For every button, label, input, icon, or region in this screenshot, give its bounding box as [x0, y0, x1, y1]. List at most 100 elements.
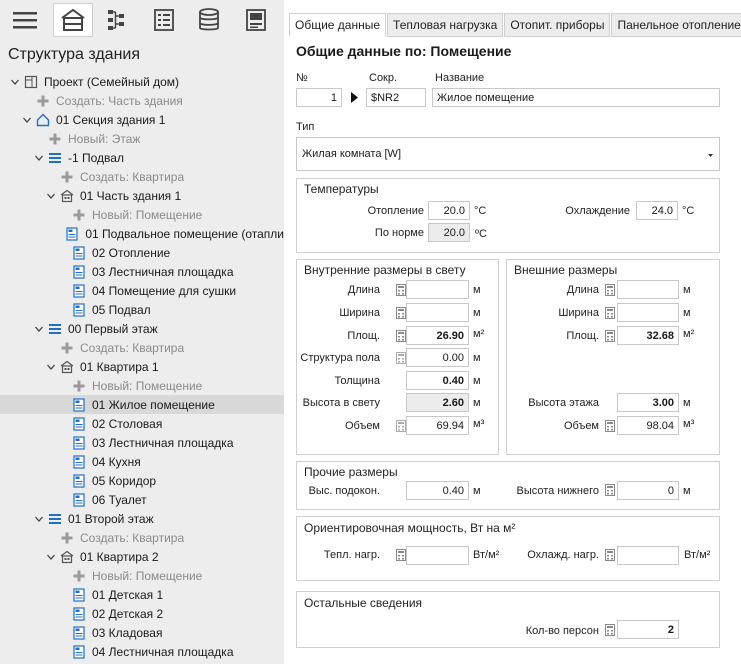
tree-item[interactable]: 05 Коридор: [0, 471, 284, 490]
floor-height-field[interactable]: 3.00: [617, 393, 679, 412]
tree-item[interactable]: Создать: Квартира: [0, 528, 284, 547]
menu-button[interactable]: [5, 3, 45, 37]
room-icon: [65, 226, 79, 241]
tab-heat-load[interactable]: Тепловая нагрузка: [387, 13, 504, 37]
tree-item[interactable]: 03 Кладовая: [0, 623, 284, 642]
expand-chevron-icon[interactable]: [46, 191, 56, 201]
tree-item-selected[interactable]: 01 Жилое помещение: [0, 395, 284, 414]
outer-width-field[interactable]: [617, 303, 679, 322]
abbr-field[interactable]: $NR2: [366, 88, 426, 107]
floor-structure-field[interactable]: 0.00: [406, 348, 469, 367]
tree-item[interactable]: Новый: Помещение: [0, 376, 284, 395]
database-button[interactable]: [189, 3, 229, 37]
calculator-icon[interactable]: [396, 352, 406, 364]
list-view-button[interactable]: [144, 3, 184, 37]
name-field[interactable]: Жилое помещение: [432, 88, 720, 107]
type-select-value: Жилая комната [W]: [302, 148, 401, 160]
tree-item-label: 01 Жилое помещение: [92, 397, 215, 412]
expand-chevron-icon[interactable]: [22, 115, 32, 125]
tree-item[interactable]: -1 Подвал: [0, 148, 284, 167]
tree-item[interactable]: Новый: Помещение: [0, 566, 284, 585]
tree-item[interactable]: 01 Второй этаж: [0, 509, 284, 528]
thickness-field[interactable]: 0.40: [406, 371, 469, 390]
inner-length-field[interactable]: [406, 280, 469, 299]
calculator-icon[interactable]: [605, 307, 615, 319]
expand-chevron-icon[interactable]: [34, 324, 44, 334]
building-icon: [61, 8, 85, 31]
calculator-icon[interactable]: [396, 420, 406, 432]
tree-item[interactable]: 04 Кухня: [0, 452, 284, 471]
panel-view-button[interactable]: [236, 3, 276, 37]
menu-icon: [13, 12, 37, 29]
tab-general[interactable]: Общие данные: [289, 13, 387, 37]
tree-item[interactable]: 01 Квартира 2: [0, 547, 284, 566]
floor-icon: [48, 512, 62, 526]
tree-item[interactable]: 01 Детская 1: [0, 585, 284, 604]
norm-temp-field: 20.0: [428, 223, 470, 242]
tree-item[interactable]: 01 Часть здания 1: [0, 186, 284, 205]
tree-item[interactable]: 04 Лестничная площадка: [0, 642, 284, 661]
heating-temp-field[interactable]: 20.0: [428, 201, 470, 220]
calculator-icon[interactable]: [605, 284, 615, 296]
tree-item[interactable]: 01 Квартира 1: [0, 357, 284, 376]
tree-item[interactable]: 02 Столовая: [0, 414, 284, 433]
tree-item[interactable]: 00 Первый этаж: [0, 319, 284, 338]
calculator-icon[interactable]: [396, 549, 406, 561]
tree-item[interactable]: 03 Лестничная площадка: [0, 262, 284, 281]
tree-item[interactable]: 02 Отопление: [0, 243, 284, 262]
expand-chevron-icon[interactable]: [46, 362, 56, 372]
tree-item[interactable]: 01 Секция здания 1: [0, 110, 284, 129]
outer-volume-field[interactable]: 98.04: [617, 416, 679, 435]
form-title: Общие данные по: Помещение: [296, 43, 512, 59]
calculator-icon[interactable]: [396, 330, 406, 342]
network-view-button[interactable]: [96, 3, 136, 37]
tree-item[interactable]: 03 Лестничная площадка: [0, 433, 284, 452]
type-select[interactable]: Жилая комната [W]: [296, 137, 720, 171]
outer-area-field[interactable]: 32.68: [617, 326, 679, 345]
tree-item[interactable]: Новый: Этаж: [0, 129, 284, 148]
calculator-icon[interactable]: [396, 307, 406, 319]
inner-area-field[interactable]: 26.90: [406, 326, 469, 345]
tree-item-label: Создать: Часть здания: [56, 93, 183, 108]
expand-chevron-icon[interactable]: [10, 77, 20, 87]
floor-structure-unit: м: [473, 352, 481, 364]
cooling-load-field[interactable]: [617, 546, 679, 565]
room-icon: [72, 302, 86, 317]
inner-volume-field[interactable]: 69.94: [406, 416, 469, 435]
calculator-icon[interactable]: [605, 420, 615, 432]
calculator-icon[interactable]: [605, 624, 615, 636]
calculator-icon[interactable]: [605, 549, 615, 561]
expand-chevron-icon[interactable]: [34, 514, 44, 524]
expand-chevron-icon[interactable]: [46, 552, 56, 562]
heating-temp-unit: °C: [474, 205, 487, 217]
tree-item[interactable]: 04 Помещение для сушки: [0, 281, 284, 300]
outer-length-field[interactable]: [617, 280, 679, 299]
tab-panel-heating[interactable]: Панельное отопление: [611, 13, 741, 37]
tree-item[interactable]: 01 Подвальное помещение (отапли: [0, 224, 284, 243]
persons-field[interactable]: 2: [617, 620, 679, 639]
tab-bar: Общие данные Тепловая нагрузка Отопит. п…: [289, 13, 741, 37]
tree-item[interactable]: Новый: Помещение: [0, 205, 284, 224]
inner-width-field[interactable]: [406, 303, 469, 322]
room-icon: [72, 454, 86, 469]
number-field[interactable]: 1: [296, 88, 342, 107]
calculator-icon[interactable]: [605, 484, 615, 496]
tab-heaters[interactable]: Отопит. приборы: [504, 13, 611, 37]
tree-item[interactable]: Создать: Квартира: [0, 338, 284, 357]
lower-height-field[interactable]: 0: [617, 481, 679, 500]
tree-item[interactable]: 05 Подвал: [0, 300, 284, 319]
tree-item-label: 02 Отопление: [92, 245, 171, 260]
expand-chevron-icon[interactable]: [34, 153, 44, 163]
tree-item[interactable]: Проект (Семейный дом): [0, 72, 284, 91]
calculator-icon[interactable]: [605, 330, 615, 342]
plus-icon: [60, 170, 74, 184]
cooling-temp-field[interactable]: 24.0: [636, 201, 678, 220]
tree-item[interactable]: 06 Туалет: [0, 490, 284, 509]
tree-item[interactable]: 02 Детская 2: [0, 604, 284, 623]
calculator-icon[interactable]: [396, 284, 406, 296]
sill-height-field[interactable]: 0.40: [406, 481, 469, 500]
building-view-button[interactable]: [53, 3, 93, 37]
heating-load-field[interactable]: [406, 546, 469, 565]
tree-item[interactable]: Создать: Квартира: [0, 167, 284, 186]
tree-item[interactable]: Создать: Часть здания: [0, 91, 284, 110]
